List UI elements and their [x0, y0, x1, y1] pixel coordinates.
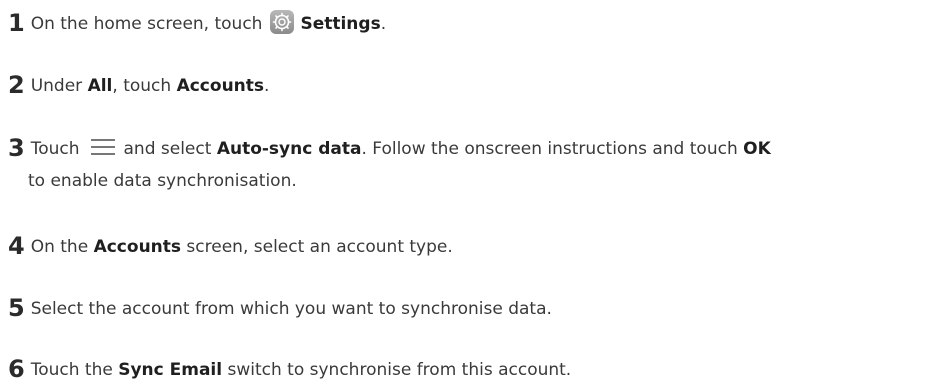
- step-number: 6: [8, 355, 25, 383]
- settings-gear-icon: [270, 10, 295, 34]
- auto-sync-label: Auto-sync data: [216, 139, 362, 159]
- sync-email-label: Sync Email: [118, 360, 223, 380]
- accounts-label: Accounts: [176, 76, 265, 96]
- menu-lines-icon: [90, 137, 116, 157]
- accounts-label: Accounts: [93, 237, 182, 257]
- step-text: Touch the: [30, 360, 119, 380]
- step-text: On the home screen, touch: [30, 14, 263, 34]
- step-text: Under: [30, 76, 88, 96]
- step-5: 5 Select the account from which you want …: [8, 296, 938, 321]
- step-number: 1: [8, 9, 25, 37]
- settings-label: Settings: [300, 14, 381, 34]
- step-3: 3 Touch and select Auto-sync data. Follow …: [8, 136, 938, 193]
- step-number: 5: [8, 294, 25, 322]
- step-number: 4: [8, 232, 25, 260]
- all-label: All: [87, 76, 113, 96]
- step-number: 2: [8, 71, 25, 99]
- step-4: 4 On the Accounts screen, select an accou…: [8, 234, 938, 259]
- step-continuation: to enable data synchronisation.: [28, 171, 297, 191]
- step-text: switch to synchronise from this account.: [222, 360, 572, 380]
- step-1: 1 On the home screen, touch Settings.: [8, 10, 938, 36]
- ok-label: OK: [743, 139, 771, 159]
- step-text: screen, select an account type.: [181, 237, 453, 257]
- step-number: 3: [8, 134, 25, 162]
- step-2: 2 Under All, touch Accounts.: [8, 73, 938, 98]
- step-text: On the: [30, 237, 94, 257]
- step-punct: .: [380, 14, 387, 34]
- step-text: and select: [123, 139, 217, 159]
- step-6: 6 Touch the Sync Email switch to synchron…: [8, 357, 938, 382]
- step-text: . Follow the onscreen instructions and t…: [361, 139, 744, 159]
- step-text: Touch: [30, 139, 80, 159]
- step-text: , touch: [112, 76, 177, 96]
- step-punct: .: [264, 76, 270, 96]
- step-text: Select the account from which you want t…: [30, 299, 552, 319]
